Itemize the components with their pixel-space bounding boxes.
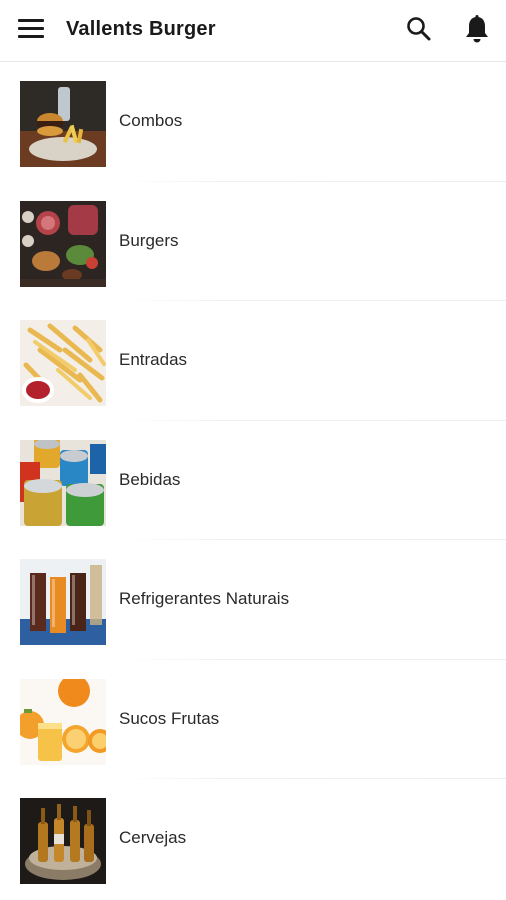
combo-burger-image [20, 81, 106, 167]
category-item-refrigerantes-naturais[interactable]: Refrigerantes Naturais [0, 540, 506, 660]
category-label: Combos [119, 111, 183, 130]
category-label: Refrigerantes Naturais [119, 589, 290, 608]
beer-bottles-image [20, 798, 106, 884]
category-label: Cervejas [119, 828, 187, 847]
bell-icon[interactable] [462, 13, 492, 45]
search-icon[interactable] [404, 14, 434, 44]
burgers-image [20, 200, 106, 287]
menu-icon[interactable] [18, 17, 46, 45]
fries-image [20, 320, 106, 406]
app-bar: Vallents Burger [0, 0, 506, 62]
category-item-entradas[interactable]: Entradas [0, 301, 506, 421]
category-item-bebidas[interactable]: Bebidas [0, 421, 506, 540]
category-label: Entradas [119, 350, 188, 369]
orange-juice-image [20, 678, 106, 765]
category-item-cervejas[interactable]: Cervejas [0, 779, 506, 899]
category-label: Sucos Frutas [119, 708, 220, 728]
category-label: Burgers [119, 230, 179, 250]
category-label: Bebidas [119, 469, 181, 489]
category-item-burgers[interactable]: Burgers [0, 182, 506, 301]
app-title: Vallents Burger [66, 18, 216, 40]
cans-image [20, 439, 106, 526]
category-item-combos[interactable]: Combos [0, 62, 506, 182]
soda-glasses-image [20, 559, 106, 645]
category-item-sucos-frutas[interactable]: Sucos Frutas [0, 660, 506, 779]
category-list: Combos Burgers Entradas Bebidas Refriger… [0, 62, 506, 899]
